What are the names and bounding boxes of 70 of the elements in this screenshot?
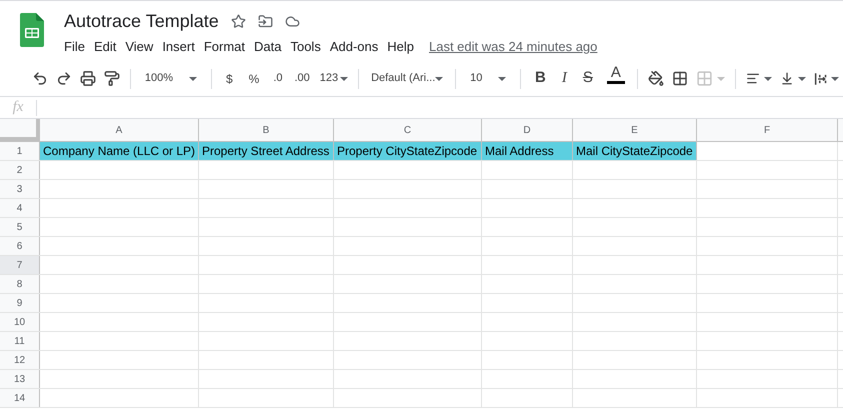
row-header[interactable]: 6 [0,237,40,255]
star-icon[interactable] [230,14,246,28]
row-header[interactable]: 3 [0,180,40,198]
menu-item[interactable]: Insert [162,37,195,57]
row-header[interactable]: 10 [0,313,40,331]
paint-bucket-icon [648,70,664,87]
formula-label: fx [12,98,24,118]
caret-icon [340,76,348,80]
menu-item[interactable]: Help [387,37,414,57]
row-header[interactable]: 2 [0,161,40,179]
menu-item[interactable]: Edit [94,37,116,57]
cloud-icon[interactable] [284,14,300,28]
percent-button[interactable]: % [240,64,268,92]
menu-item[interactable]: Data [254,37,282,57]
header-cell: Mail CityStateZipcode [573,142,697,160]
row-header[interactable]: 1 [0,142,40,160]
text-color-button[interactable]: A [600,64,631,92]
column-header[interactable]: F [697,119,838,141]
borders-icon [672,70,688,87]
number-format-dropdown[interactable]: 123 [316,64,352,92]
row-header[interactable]: 13 [0,370,40,388]
last-edit-link[interactable]: Last edit was 24 minutes ago [429,37,598,57]
strikethrough-button[interactable]: S [574,64,601,92]
column-header[interactable]: D [482,119,573,141]
spreadsheet-logo-icon[interactable] [20,13,44,47]
header-cell: Company Name (LLC or LP) [40,142,199,160]
row-header[interactable]: 7 [0,256,40,274]
paint-roller-icon [104,70,120,87]
merge-cells-icon [696,70,713,87]
row-header[interactable]: 14 [0,389,40,407]
row-header[interactable]: 5 [0,218,40,236]
column-header[interactable]: E [573,119,697,141]
redo-icon [56,70,72,87]
text-wrapping-icon [814,70,828,86]
caret-icon [435,76,444,80]
caret-icon [798,76,806,80]
italic-button[interactable]: I [554,64,575,92]
menu-item[interactable]: File [64,37,85,57]
header-cell: Property CityStateZipcode [334,142,482,160]
row-header[interactable]: 8 [0,275,40,293]
zoom-dropdown[interactable]: 100% [136,64,206,92]
font-dropdown[interactable]: Default (Ari... [365,64,450,92]
menu-item[interactable]: Add-ons [330,37,378,57]
header-cell: Property Street Address [199,142,334,160]
caret-icon [189,76,198,80]
bold-button[interactable]: B [527,64,554,92]
caret-icon [764,76,772,80]
header-cell: Mail Address [482,142,573,160]
column-header[interactable]: C [334,119,482,141]
row-header[interactable]: 12 [0,351,40,369]
row-header[interactable]: 9 [0,294,40,312]
print-icon [80,70,96,87]
font-size-dropdown[interactable]: 10 [462,64,514,92]
menu-item[interactable]: Tools [290,37,321,57]
menu-item[interactable]: View [125,37,154,57]
move-folder-icon[interactable] [258,14,273,28]
undo-icon [32,70,48,87]
caret-icon [498,76,506,80]
column-header[interactable]: B [199,119,334,141]
menu-item[interactable]: Format [204,37,245,57]
increase-decimals-button[interactable]: .00 [288,64,316,92]
column-header[interactable]: A [40,119,199,141]
row-header[interactable]: 11 [0,332,40,350]
decrease-decimals-button[interactable]: .0 [267,64,288,92]
caret-icon [831,76,840,80]
row-header[interactable]: 4 [0,199,40,217]
currency-button[interactable]: $ [218,64,241,92]
caret-icon [716,76,725,80]
document-title[interactable]: Autotrace Template [64,9,219,33]
align-bottom-icon [780,70,794,87]
